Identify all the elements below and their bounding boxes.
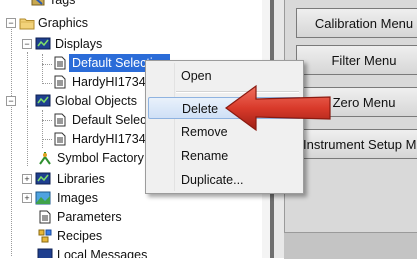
tree-item-label: Libraries [57,172,105,186]
tree-item-recipes[interactable]: Recipes [0,227,260,245]
tree-item-label: Local Messages [57,248,148,258]
context-menu-rename[interactable]: Rename [148,145,301,167]
red-arrow-icon [224,84,331,132]
expand-icon[interactable]: + [22,174,32,184]
menu-item-label: Delete [182,102,219,116]
images-icon [35,191,51,205]
display-icon [35,37,51,50]
tree-item-local-messages[interactable]: Local Messages [0,246,260,258]
tree-item-label: Displays [55,37,103,51]
tree-item-label: HardyHI1734 [72,132,146,146]
filter-menu-button[interactable]: Filter Menu [296,45,417,75]
page-icon [39,210,51,224]
instrument-setup-menu-button[interactable]: Instrument Setup Menu [296,129,417,159]
recipes-icon [38,229,52,243]
tree-item-tags[interactable]: Tags [0,0,260,9]
page-icon [54,132,66,146]
tree-item-label: Recipes [57,229,103,243]
folder-icon [19,18,35,30]
tree-item-displays[interactable]: − Displays [0,35,260,53]
display-icon [35,94,51,107]
tree-item-label: Tags [49,0,76,7]
menu-item-label: Duplicate... [181,173,244,187]
tree-item-label: Images [57,191,98,205]
panel-footer [284,232,417,259]
collapse-icon[interactable]: − [6,96,16,106]
tree-item-label: Symbol Factory [57,151,144,165]
messages-icon [37,248,53,258]
collapse-icon[interactable]: − [22,39,32,49]
context-menu-duplicate[interactable]: Duplicate... [148,169,301,191]
symbol-factory-icon [39,152,51,165]
tree-item-label: Global Objects [55,94,137,108]
page-icon [54,56,66,70]
page-icon [54,75,66,89]
page-icon [54,113,66,127]
tree-item-label: Graphics [38,16,89,30]
menu-item-label: Rename [181,149,229,163]
tree-item-graphics[interactable]: − Graphics [0,14,260,32]
menu-item-label: Open [181,69,212,83]
tree-item-label: Parameters [57,210,122,224]
menu-item-label: Remove [181,125,228,139]
expand-icon[interactable]: + [22,193,32,203]
tags-icon [31,0,45,6]
collapse-icon[interactable]: − [6,18,16,28]
calibration-menu-button[interactable]: Calibration Menu [296,8,417,38]
tree-item-label: HardyHI1734 [72,75,146,89]
display-icon [35,172,51,185]
tree-item-parameters[interactable]: Parameters [0,208,260,226]
